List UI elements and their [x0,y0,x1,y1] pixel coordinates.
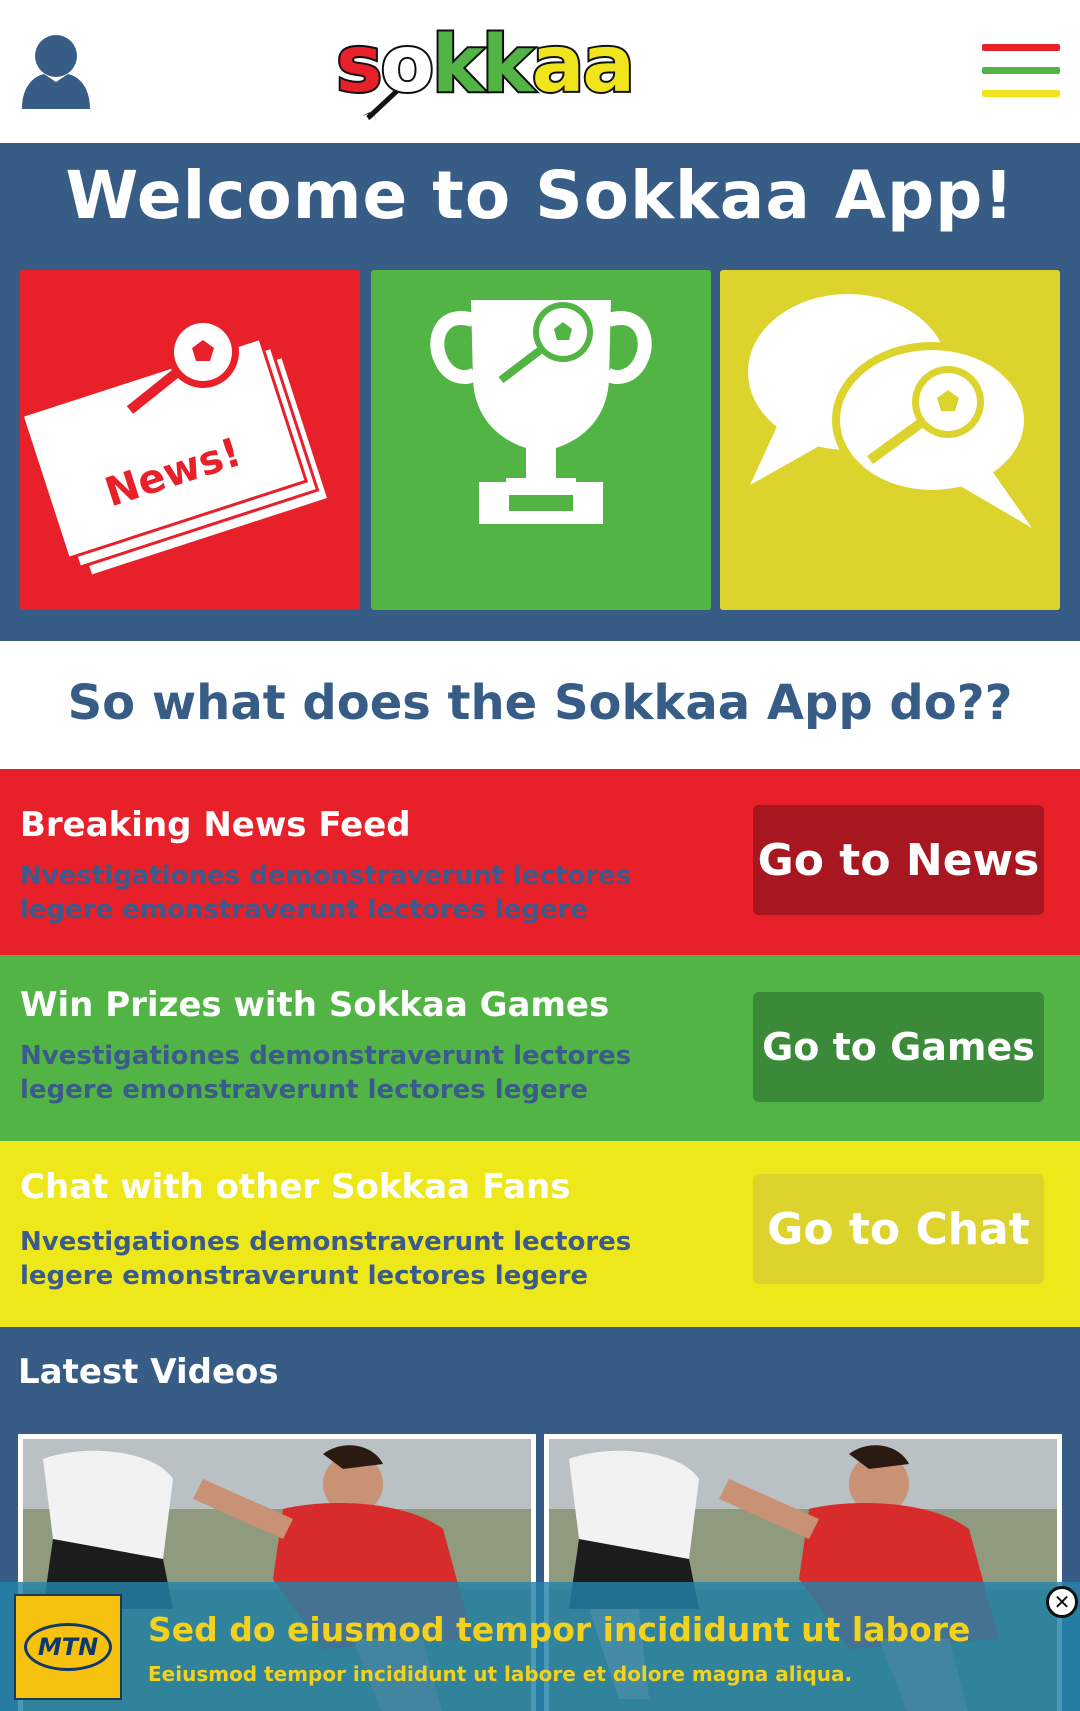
feature-chat-description: Nvestigationes demonstraverunt lectores … [20,1227,632,1291]
ad-subtext: Eeiusmod tempor incididunt ut labore et … [148,1662,853,1686]
menu-bar-red [982,44,1060,51]
latest-videos-title: Latest Videos [18,1352,279,1392]
feature-games-title: Win Prizes with Sokkaa Games [20,985,610,1025]
welcome-title: Welcome to Sokkaa App! [65,157,1015,234]
ad-headline: Sed do eiusmod tempor incididunt ut labo… [148,1610,971,1649]
ad-banner[interactable]: MTN Sed do eiusmod tempor incididunt ut … [0,1582,1080,1711]
menu-bar-green [982,67,1060,74]
feature-chat: Chat with other Sokkaa Fans Nvestigation… [0,1141,1080,1327]
newspaper-icon: News! [20,316,331,579]
feature-news: Breaking News Feed Nvestigationes demons… [0,769,1080,955]
app-header: sokkaa [0,0,1080,143]
logo-wordmark: sokkaa [334,24,637,106]
logo-letter: k [480,20,536,110]
feature-games: Win Prizes with Sokkaa Games Nvestigatio… [0,955,1080,1141]
logo-letter: a [580,20,637,110]
logo-letter: s [334,20,384,110]
go-to-games-button[interactable]: Go to Games [753,992,1044,1102]
tile-games[interactable] [371,270,711,610]
welcome-section: Welcome to Sokkaa App! News! [0,143,1080,641]
logo-letter: a [530,20,587,110]
feature-chat-title: Chat with other Sokkaa Fans [20,1167,571,1207]
tile-news[interactable]: News! [20,270,360,610]
mtn-logo: MTN [14,1594,122,1700]
intro-question-section: So what does the Sokkaa App do?? [0,641,1080,769]
tile-chat[interactable] [720,270,1060,610]
feature-news-title: Breaking News Feed [20,805,411,845]
logo-letter: k [430,20,486,110]
trophy-icon [430,300,652,524]
feature-games-description: Nvestigationes demonstraverunt lectores … [20,1041,632,1105]
user-icon[interactable] [22,34,90,109]
logo-letter: o [378,20,436,110]
sokkaa-logo[interactable]: sokkaa [328,18,748,133]
intro-question: So what does the Sokkaa App do?? [67,675,1013,731]
go-to-news-button[interactable]: Go to News [753,805,1044,915]
go-to-chat-button[interactable]: Go to Chat [753,1174,1044,1284]
hamburger-menu-icon[interactable] [982,44,1060,98]
close-icon[interactable]: ✕ [1046,1586,1078,1618]
feature-news-description: Nvestigationes demonstraverunt lectores … [20,861,632,925]
chat-bubbles-icon [748,294,1032,528]
mtn-logo-text: MTN [24,1623,112,1671]
menu-bar-yellow [982,90,1060,97]
